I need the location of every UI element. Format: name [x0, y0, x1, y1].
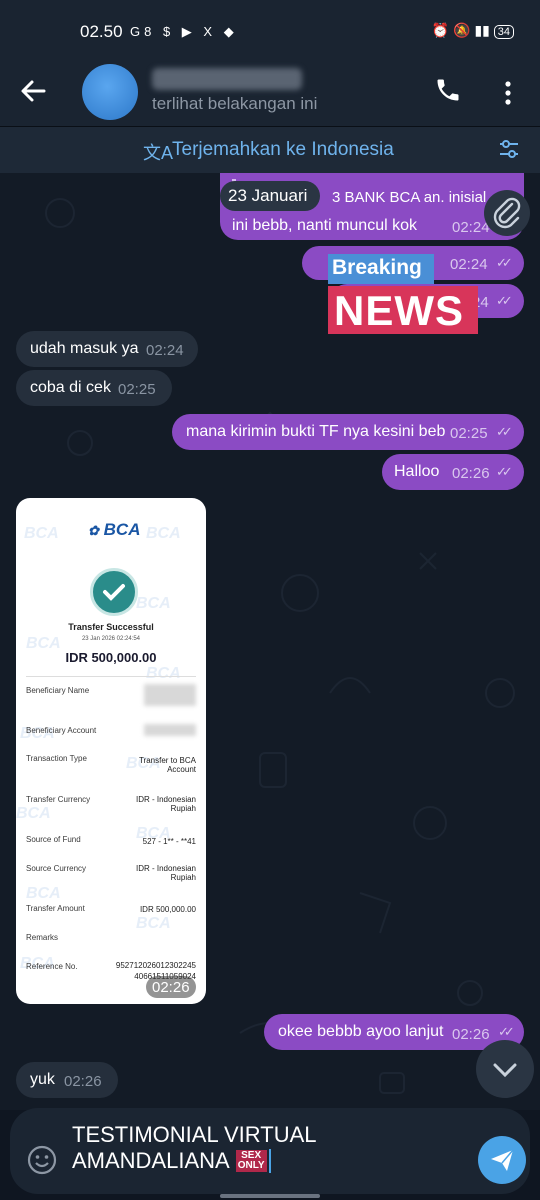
last-seen: terlihat belakangan ini [152, 94, 318, 113]
send-icon [491, 1149, 514, 1171]
double-check-icon: ✓✓ [496, 293, 513, 308]
avatar[interactable] [82, 64, 138, 120]
bca-logo: ✿ BCA [88, 520, 141, 539]
status-bar: 02.50 G8 $ ▶ X ◆ ⏰ 🔕 ▮▮ 34 [0, 0, 540, 64]
redacted-value [144, 724, 196, 736]
double-check-icon: ✓✓ [498, 1024, 515, 1039]
translate-label[interactable]: Terjemahkan ke Indonesia [172, 139, 394, 161]
svg-text:BCA: BCA [24, 525, 59, 542]
breaking-news-sticker: Breaking [328, 254, 434, 284]
more-vert-icon[interactable] [498, 78, 518, 108]
message-text: ini bebb, nanti muncul kok [232, 217, 417, 234]
translate-bar[interactable]: 文A Terjemahkan ke Indonesia [0, 127, 540, 173]
filter-icon[interactable] [498, 137, 520, 161]
send-button[interactable] [478, 1136, 526, 1184]
alarm-icon: ⏰ [431, 22, 450, 38]
mute-icon: 🔕 [453, 22, 471, 38]
checkmark-icon [90, 568, 138, 616]
receipt-datetime: 23 Jan 2026 02:24:54 [81, 636, 141, 642]
status-right-icons: ⏰ 🔕 ▮▮ 34 [432, 22, 514, 39]
chat-header: terlihat belakangan ini [0, 64, 540, 126]
status-app-icons: G8 $ ▶ X ◆ [130, 24, 238, 39]
scroll-down-button[interactable] [476, 1040, 534, 1098]
message-in-3[interactable]: yuk 02:26 [16, 1062, 118, 1098]
date-chip: 23 Januari [220, 181, 320, 211]
message-out-5[interactable]: Halloo 02:26 ✓✓ [382, 454, 524, 490]
message-in-1[interactable]: udah masuk ya 02:24 [16, 331, 198, 367]
media-time-chip: 02:26 [146, 976, 196, 998]
message-in-2[interactable]: coba di cek 02:25 [16, 370, 172, 406]
receipt-image[interactable]: BCA BCA BCA BCA BCA BCA BCA BCA BCA BCA BCA BCA … [16, 498, 206, 1004]
double-check-icon: ✓✓ [496, 255, 513, 270]
phone-icon[interactable] [434, 76, 464, 106]
redacted-value [144, 684, 196, 706]
breaking-news-banner: NEWS [328, 286, 478, 334]
message-input[interactable]: TESTIMONIAL VIRTUAL AMANDALIANA SEX ONLY [72, 1122, 452, 1174]
translate-icon: 文A [143, 143, 174, 163]
message-out-4[interactable]: mana kirimin bukti TF nya kesini beb 02:… [172, 414, 524, 450]
emoji-icon[interactable] [26, 1144, 58, 1176]
status-time: 02.50 [80, 22, 123, 41]
text-cursor [268, 1149, 271, 1173]
signal-icon: ▮▮ [474, 22, 490, 38]
svg-text:BCA: BCA [136, 915, 171, 932]
double-check-icon: ✓✓ [496, 424, 513, 439]
svg-text:BCA: BCA [146, 665, 181, 682]
sex-only-badge: SEX ONLY [235, 1150, 267, 1172]
battery-icon: 34 [493, 25, 514, 39]
receipt-status: Transfer Successful [68, 622, 154, 632]
gesture-handle [220, 1194, 320, 1198]
svg-text:BCA: BCA [26, 885, 61, 902]
message-input-bar[interactable]: TESTIMONIAL VIRTUAL AMANDALIANA SEX ONLY [10, 1108, 530, 1194]
message-text: 3 BANK BCA an. inisial [332, 189, 487, 206]
receipt-divider [26, 676, 196, 677]
chevron-down-icon [493, 1063, 517, 1078]
paperclip-icon[interactable] [484, 190, 530, 236]
double-check-icon: ✓✓ [496, 464, 513, 479]
contact-name-redacted[interactable] [152, 68, 302, 90]
svg-text:BCA: BCA [136, 595, 171, 612]
svg-text:BCA: BCA [16, 805, 51, 822]
back-arrow-icon[interactable] [18, 76, 52, 110]
svg-text:BCA: BCA [146, 525, 181, 542]
receipt-amount: IDR 500,000.00 [65, 650, 157, 665]
